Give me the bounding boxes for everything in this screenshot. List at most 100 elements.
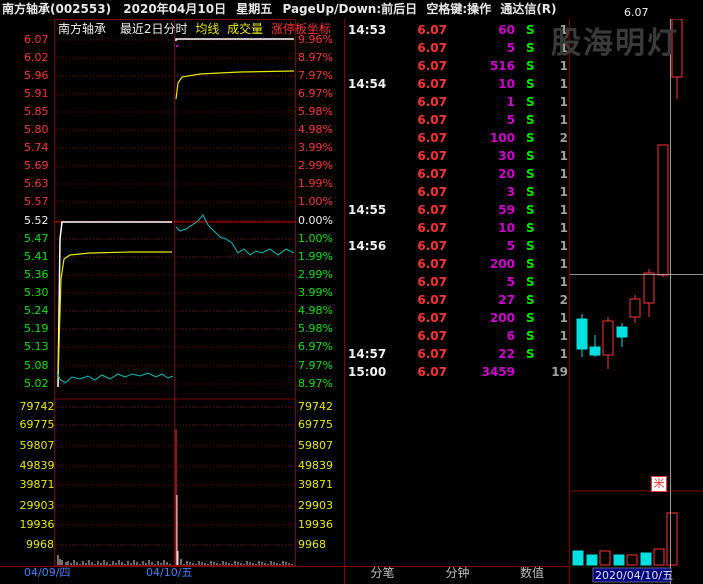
trade-count: 1: [559, 77, 568, 91]
percent-tick-right: 7.97%: [298, 69, 333, 82]
tab-minute[interactable]: 分钟: [420, 566, 495, 581]
kline-volume-bar: [613, 554, 625, 566]
price-tick-left: 6.02: [24, 51, 49, 64]
trade-volume: 10: [498, 221, 515, 235]
percent-tick-right: 2.99%: [298, 268, 333, 281]
trade-volume: 5: [506, 41, 515, 55]
trade-count: 1: [559, 311, 568, 325]
day1-low-line: [56, 372, 174, 384]
price-tick-left: 5.13: [24, 340, 49, 353]
price-tick-left: 5.85: [24, 105, 49, 118]
price-tick-left: 5.24: [24, 304, 49, 317]
page-hint: PageUp/Down:前后日: [282, 2, 418, 16]
percent-tick-right: 4.98%: [298, 304, 333, 317]
volume-tick-left: 69775: [19, 418, 55, 431]
trade-price: 6.07: [417, 257, 447, 271]
kline-date-label: 2020/04/10/五: [595, 569, 674, 582]
kline-volume-bar: [586, 554, 598, 566]
volume-tick-right: 79742: [298, 400, 333, 413]
trade-count: 1: [559, 149, 568, 163]
trade-price: 6.07: [417, 203, 447, 217]
percent-tick-right: 1.99%: [298, 250, 333, 263]
avg-line-label: 均线: [195, 22, 220, 36]
trade-side: S: [526, 77, 535, 91]
price-tick-left: 5.57: [24, 195, 49, 208]
date-label-day2: 04/10/五: [146, 566, 193, 579]
price-tick-left: 5.63: [24, 177, 49, 190]
trade-count: 1: [559, 347, 568, 361]
kline-volume-bar: [640, 552, 652, 566]
day2-avg-line: [175, 70, 295, 100]
trade-side: S: [526, 113, 535, 127]
trade-side: S: [526, 221, 535, 235]
trade-side: S: [526, 59, 535, 73]
trade-price: 6.07: [417, 149, 447, 163]
trade-side: S: [526, 185, 535, 199]
trade-price: 6.07: [417, 311, 447, 325]
weekday-title: 星期五: [236, 2, 273, 16]
tick-trade-table[interactable]: 14:53 6.07 60 S 1 6.07 5 S 1 6.07 516 S 1 14:54 6.07 10…: [345, 19, 569, 547]
trade-price: 6.07: [417, 23, 447, 37]
trade-volume: 10: [498, 77, 515, 91]
trade-price: 6.07: [417, 59, 447, 73]
trade-volume: 20: [498, 167, 515, 181]
trade-side: S: [526, 257, 535, 271]
candle-body: [657, 144, 669, 276]
trade-price: 6.07: [417, 185, 447, 199]
trade-side: S: [526, 23, 535, 37]
trade-count: 1: [559, 257, 568, 271]
percent-tick-right: 8.97%: [298, 51, 333, 64]
percent-tick-right: 9.96%: [298, 33, 333, 46]
trade-price: 6.07: [417, 365, 447, 379]
price-tick-left: 5.96: [24, 69, 49, 82]
percent-tick-right: 4.98%: [298, 123, 333, 136]
volume-tick-left: 59807: [19, 439, 55, 452]
price-tick-left: 5.74: [24, 141, 49, 154]
trade-side: S: [526, 131, 535, 145]
stock-title: 南方轴承(002553): [2, 2, 112, 16]
price-tick-left: 5.69: [24, 159, 49, 172]
trade-volume: 5: [506, 113, 515, 127]
trade-price: 6.07: [417, 131, 447, 145]
trade-price: 6.07: [417, 41, 447, 55]
kline-marker[interactable]: 米: [651, 476, 667, 492]
percent-tick-right: 5.98%: [298, 105, 333, 118]
trade-time: 14:57: [348, 347, 387, 361]
trade-price: 6.07: [417, 347, 447, 361]
kline-volume-bar: [572, 550, 584, 566]
trade-count: 19: [551, 365, 568, 379]
volume-tick-right: 39871: [298, 478, 333, 491]
trade-side: S: [526, 95, 535, 109]
price-tick-left: 5.19: [24, 322, 49, 335]
trade-count: 1: [559, 239, 568, 253]
volume-tick-left: 39871: [19, 478, 55, 491]
trade-volume: 5: [506, 239, 515, 253]
tab-tick[interactable]: 分笔: [345, 566, 420, 581]
chart-mode[interactable]: 最近2日分时: [120, 22, 188, 36]
trade-volume: 200: [489, 311, 515, 325]
volume-tick-right: 59807: [298, 439, 333, 452]
chart-header: 南方轴承 最近2日分时 均线 成交量 涨停板坐标: [58, 23, 331, 35]
trade-volume: 27: [498, 293, 515, 307]
price-tick-left: 5.91: [24, 87, 49, 100]
trade-volume: 22: [498, 347, 515, 361]
trade-count: 2: [559, 293, 568, 307]
trade-volume: 3: [506, 185, 515, 199]
trade-volume: 100: [489, 131, 515, 145]
trade-price: 6.07: [417, 167, 447, 181]
volume-tick-left: 49839: [19, 459, 55, 472]
price-tick-left: 5.30: [24, 286, 49, 299]
volume-tick-left: 9968: [26, 538, 54, 551]
trade-time: 14:56: [348, 239, 387, 253]
trade-volume: 516: [489, 59, 515, 73]
kline-volume-bar: [599, 550, 611, 566]
percent-tick-right: 1.00%: [298, 195, 333, 208]
tab-data[interactable]: 数值: [495, 566, 569, 581]
price-tick-left: 5.08: [24, 359, 49, 372]
day1-avg-line: [57, 251, 172, 380]
volume-tick-left: 79742: [19, 400, 55, 413]
trade-volume: 200: [489, 257, 515, 271]
percent-tick-right: 6.97%: [298, 87, 333, 100]
candle-body: [589, 346, 601, 356]
trade-side: S: [526, 239, 535, 253]
